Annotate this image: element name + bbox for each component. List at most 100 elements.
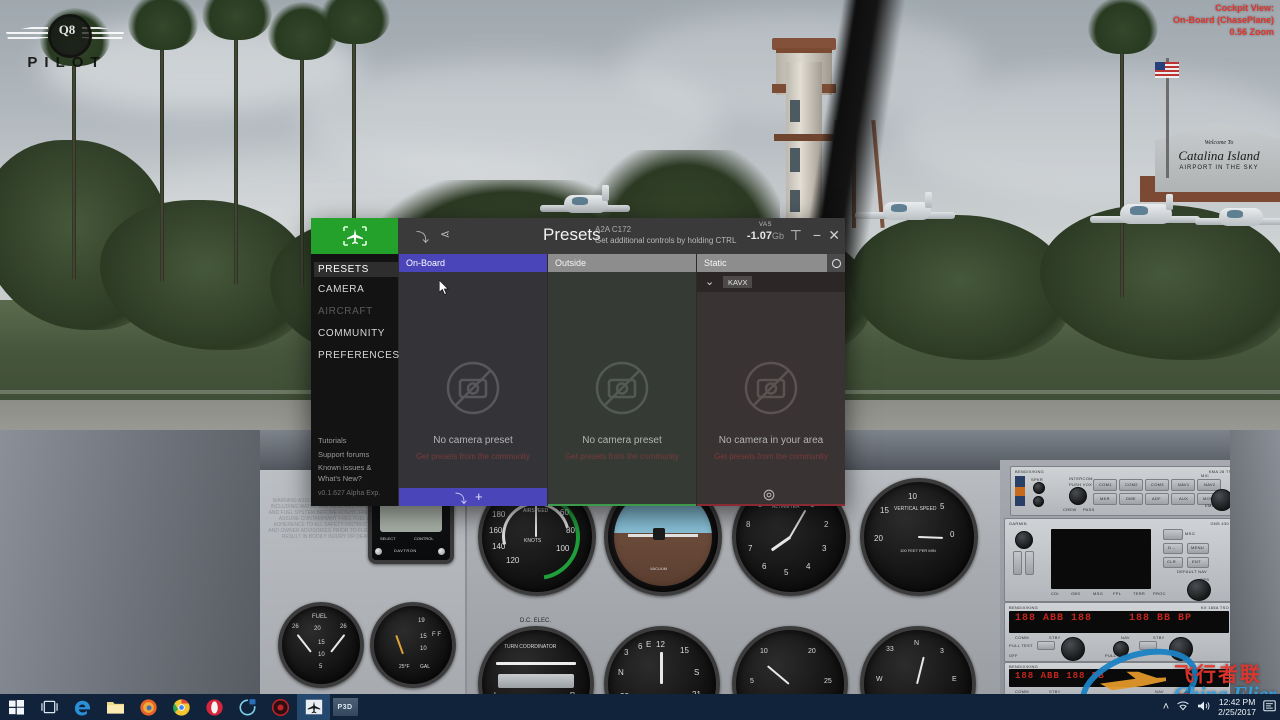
no-camera-icon xyxy=(595,361,649,415)
link-known-issues[interactable]: Known issues & xyxy=(318,463,371,472)
windows-icon xyxy=(9,699,24,715)
update-button[interactable] xyxy=(231,694,264,720)
footer-target-icon[interactable] xyxy=(763,488,775,506)
footer-hook-arrow-icon[interactable]: ⤵ xyxy=(455,490,467,507)
column-onboard-title: On-Board xyxy=(406,258,446,268)
parked-aircraft xyxy=(1195,196,1280,236)
task-view-button[interactable] xyxy=(33,694,66,720)
hook-arrow-icon[interactable]: ⤵ xyxy=(416,227,429,246)
firefox-button[interactable] xyxy=(132,694,165,720)
palm-crown xyxy=(128,0,198,50)
speaker-icon[interactable] xyxy=(1197,700,1211,715)
column-static-title: Static xyxy=(704,258,727,268)
screen-root: Welcome To Catalina Island AIRPORT IN TH… xyxy=(0,0,1280,720)
vertical-speed-indicator[interactable]: 0 5 10 15 20 VERTICAL SPEED 100 FEET PER… xyxy=(860,478,978,596)
clock-date: 2/25/2017 xyxy=(1218,707,1256,717)
location-tag-kavx[interactable]: KAVX xyxy=(723,276,753,288)
file-explorer-button[interactable] xyxy=(99,694,132,720)
q8-pilot-watermark: Q8 PILOT xyxy=(6,6,124,76)
hud-line-preset: On-Board (ChasePlane) xyxy=(1172,15,1274,25)
link-support-forums[interactable]: Support forums xyxy=(318,450,369,459)
red-app-button[interactable] xyxy=(264,694,297,720)
select-button-label[interactable]: SELECT xyxy=(380,536,396,541)
opera-icon xyxy=(206,698,223,716)
column-static: Static ⌄ KAVX No camera in your area Get xyxy=(697,254,845,506)
page-title: Presets xyxy=(543,225,601,244)
column-outside-empty-sub[interactable]: Get presets from the community xyxy=(548,452,696,461)
gps-screen[interactable] xyxy=(1051,529,1151,589)
no-camera-icon xyxy=(744,361,798,415)
aircraft-name: A2A C172 xyxy=(595,225,632,234)
hud-camera-info: Cockpit View: On-Board (ChasePlane) 0.56… xyxy=(1173,2,1274,38)
column-onboard: On-Board No camera preset Get presets fr… xyxy=(399,254,547,506)
start-button[interactable] xyxy=(0,694,33,720)
davtron-brand: DAVTRON xyxy=(394,548,417,553)
wifi-icon[interactable] xyxy=(1176,700,1190,714)
q8-pilot-text: PILOT xyxy=(27,54,107,71)
column-outside-empty-title: No camera preset xyxy=(582,435,662,446)
sidebar-item-community[interactable]: COMMUNITY xyxy=(318,328,385,339)
column-static-empty-sub[interactable]: Get presets from the community xyxy=(697,452,845,461)
column-static-header[interactable]: Static xyxy=(697,254,845,274)
chevron-down-icon[interactable]: ⌄ xyxy=(705,275,714,288)
sidebar-item-camera[interactable]: CAMERA xyxy=(318,284,364,295)
column-onboard-empty-sub[interactable]: Get presets from the community xyxy=(399,452,547,461)
pin-icon[interactable]: ⊤ xyxy=(790,227,802,244)
palm-tree xyxy=(300,22,304,287)
chaseplane-button[interactable] xyxy=(297,694,330,720)
refresh-circle-icon[interactable] xyxy=(827,254,845,272)
palm-crown xyxy=(1088,0,1158,54)
opera-button[interactable] xyxy=(198,694,231,720)
chaseplane-window[interactable]: ⤵ ⋖ Presets A2A C172 Get additional cont… xyxy=(311,218,845,506)
fuel-gauge[interactable]: FUEL 26 20 26 15 10 5 xyxy=(278,602,364,688)
notification-icon[interactable] xyxy=(1263,699,1276,715)
column-static-empty-title: No camera in your area xyxy=(718,435,824,446)
egt-fuelflow-gauge[interactable]: 19 15 10 F F 25°F GAL xyxy=(370,602,456,688)
close-button[interactable]: ✕ xyxy=(828,227,840,244)
navcomm1-model: KX 165A TSO xyxy=(1200,605,1229,610)
airport-sign-line2: Catalina Island xyxy=(1178,148,1260,163)
gps-gns430[interactable]: GARMIN GNS 430 MSG D→ MENU CLR ENT DEFAU… xyxy=(1004,518,1234,602)
airport-sign-line1: Welcome To xyxy=(1204,140,1234,146)
vas-unit: Gb xyxy=(771,231,784,241)
left-cockpit-wall xyxy=(0,430,260,720)
chaseplane-logo[interactable] xyxy=(311,218,398,254)
wing-left-icon xyxy=(6,23,48,42)
footer-plus-icon[interactable]: + xyxy=(475,489,483,504)
chrome-button[interactable] xyxy=(165,694,198,720)
column-onboard-header[interactable]: On-Board xyxy=(399,254,547,272)
circular-arrow-icon xyxy=(239,698,256,716)
column-outside-title: Outside xyxy=(555,258,587,268)
q8-badge-text: Q8 xyxy=(58,22,76,37)
column-onboard-body[interactable]: No camera preset Get presets from the co… xyxy=(399,272,547,488)
static-location-row[interactable]: ⌄ KAVX xyxy=(697,272,845,292)
minimize-button[interactable]: − xyxy=(813,227,821,243)
audio-panel[interactable]: BENDIX/KING KMA 28 TSO SPKR INTERCOM PUS… xyxy=(1010,466,1240,516)
gps-brand: GARMIN xyxy=(1009,521,1027,526)
prepar3d-button[interactable]: P3D xyxy=(330,694,360,720)
sidebar-item-preferences[interactable]: PREFERENCES xyxy=(318,350,400,361)
audio-panel-brand: BENDIX/KING xyxy=(1015,469,1045,474)
no-camera-icon xyxy=(446,361,500,415)
link-tutorials[interactable]: Tutorials xyxy=(318,436,346,445)
link-whats-new[interactable]: What's New? xyxy=(318,474,362,483)
column-static-body[interactable]: ⌄ KAVX No camera in your area Get preset… xyxy=(697,272,845,488)
column-outside-footer xyxy=(548,486,696,506)
share-icon[interactable]: ⋖ xyxy=(440,227,450,241)
column-outside-header[interactable]: Outside xyxy=(548,254,696,274)
edge-icon xyxy=(74,700,91,715)
parked-aircraft xyxy=(1090,192,1200,236)
sidebar-item-presets[interactable]: PRESETS xyxy=(314,262,400,277)
clock-time: 12:42 PM xyxy=(1218,697,1256,707)
tray-chevron-icon[interactable]: ˄ xyxy=(1163,701,1169,713)
red-target-icon xyxy=(271,698,290,716)
edge-button[interactable] xyxy=(66,694,99,720)
column-outside-body[interactable]: No camera preset Get presets from the co… xyxy=(548,272,696,488)
gps-model: GNS 430 xyxy=(1210,521,1229,526)
column-onboard-empty-title: No camera preset xyxy=(433,435,513,446)
taskbar-clock[interactable]: 12:42 PM 2/25/2017 xyxy=(1218,697,1256,717)
control-button-label[interactable]: CONTROL xyxy=(414,536,434,541)
airport-sign-line3: AIRPORT IN THE SKY xyxy=(1179,165,1259,171)
dc-elec-label: D.C. ELEC. xyxy=(520,618,552,624)
us-flag xyxy=(1155,62,1179,78)
